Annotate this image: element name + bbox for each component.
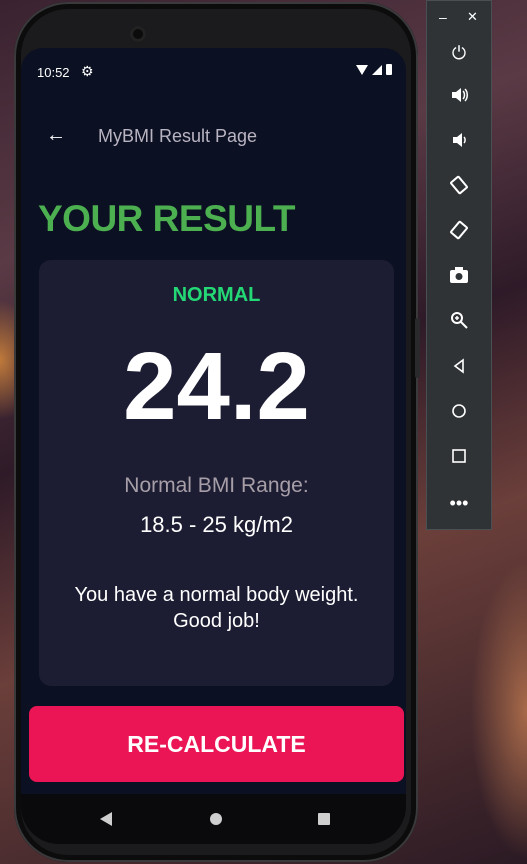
home-icon[interactable] [446,400,472,426]
rotate-left-icon[interactable] [446,175,472,201]
android-nav-bar [21,794,406,844]
status-icons [356,64,392,75]
bmi-status-label: NORMAL [172,284,261,306]
app-bar: ← MyBMI Result Page [21,108,406,164]
back-arrow-icon[interactable]: ← [41,120,71,150]
back-icon[interactable] [446,355,472,381]
signal-icon [372,64,382,75]
bmi-value: 24.2 [123,333,310,440]
app-title: MyBMI Result Page [98,126,258,146]
front-camera-icon [130,26,146,42]
result-message: You have a normal body weight. Good job! [74,584,359,632]
normal-range-value: 18.5 - 25 kg/m2 [140,512,293,537]
power-icon[interactable]: ⏻ [446,40,472,66]
battery-icon [386,64,392,75]
rotate-right-icon[interactable] [446,220,472,246]
more-icon[interactable]: ••• [446,490,472,516]
wifi-icon [356,64,368,75]
minimize-icon[interactable]: – [439,9,447,25]
volume-up-icon[interactable] [446,85,472,111]
page-title: YOUR RESULT [38,198,295,239]
recalculate-button[interactable]: RE-CALCULATE [29,706,404,782]
normal-range-label: Normal BMI Range: [124,474,309,497]
background-glow [470,560,527,860]
status-time: 10:52 [37,65,70,80]
nav-home-icon[interactable] [210,813,222,825]
emulator-toolbar-header: – ✕ [427,1,493,33]
status-bar: 10:52 ⚙ [21,48,406,96]
close-icon[interactable]: ✕ [467,9,478,25]
result-card: NORMAL 24.2 Normal BMI Range: 18.5 - 25 … [39,260,394,686]
phone-side-button[interactable] [415,318,420,378]
settings-gear-icon: ⚙ [81,63,94,79]
overview-icon[interactable] [446,445,472,471]
nav-recents-icon[interactable] [318,813,330,825]
zoom-icon[interactable] [446,310,472,336]
volume-down-icon[interactable] [446,130,472,156]
phone-screen: 10:52 ⚙ ← MyBMI Result Page YOUR RESULT … [21,48,406,844]
camera-icon[interactable] [446,265,472,291]
nav-back-icon[interactable] [100,812,112,826]
emulator-toolbar: – ✕ ⏻ ••• [426,0,492,530]
